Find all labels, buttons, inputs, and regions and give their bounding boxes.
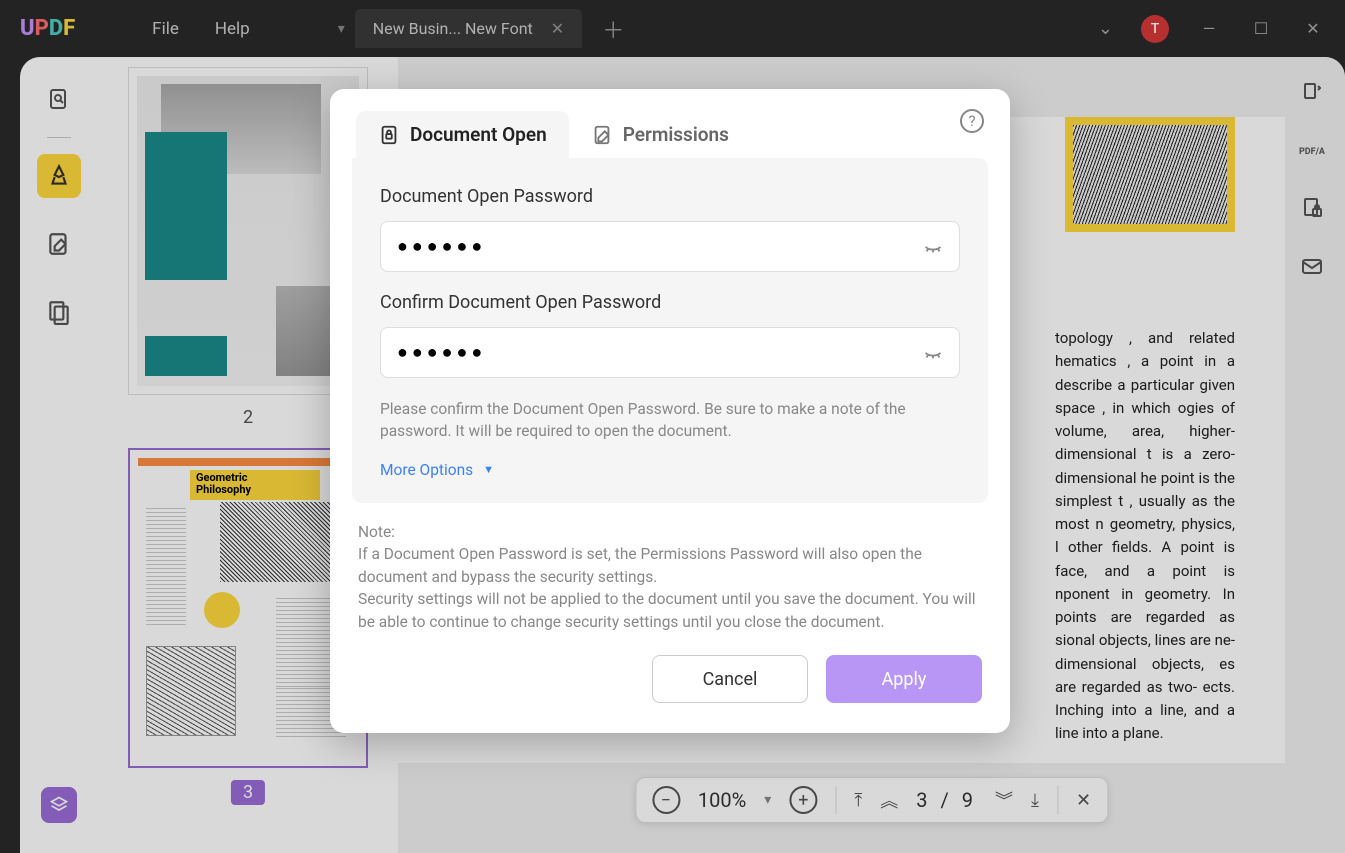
apply-button[interactable]: Apply (826, 655, 982, 703)
permissions-icon (591, 124, 613, 146)
encrypt-modal: Document Open Permissions ? Document Ope… (330, 89, 1010, 733)
password-label: Document Open Password (380, 186, 960, 207)
tab-document-open[interactable]: Document Open (356, 111, 569, 158)
note-section: Note: If a Document Open Password is set… (330, 503, 1010, 643)
confirm-password-input[interactable]: ●●●●●● (380, 327, 960, 378)
document-lock-icon (378, 124, 400, 146)
cancel-button[interactable]: Cancel (652, 655, 808, 703)
more-options-link[interactable]: More Options▼ (380, 461, 960, 479)
tab-permissions[interactable]: Permissions (569, 111, 751, 158)
toggle-confirm-visibility-icon[interactable] (922, 340, 944, 366)
confirm-password-label: Confirm Document Open Password (380, 292, 960, 313)
password-hint: Please confirm the Document Open Passwor… (380, 398, 960, 443)
toggle-password-visibility-icon[interactable] (922, 234, 944, 260)
password-input[interactable]: ●●●●●● (380, 221, 960, 272)
help-icon[interactable]: ? (960, 109, 984, 133)
